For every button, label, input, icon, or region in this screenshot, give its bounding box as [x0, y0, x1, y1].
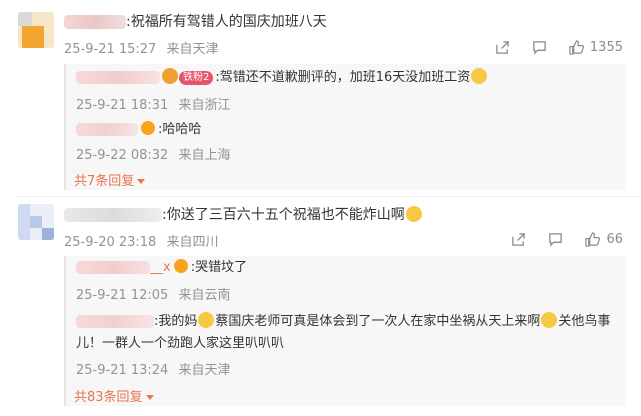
comment-text: :祝福所有驾错人的国庆加班八天	[126, 14, 327, 30]
more-replies-label: 共7条回复	[74, 174, 135, 189]
comment-feed: :祝福所有驾错人的国庆加班八天 25-9-21 15:27 来自天津 1355 …	[0, 0, 641, 416]
comment-body: :祝福所有驾错人的国庆加班八天	[64, 12, 327, 32]
timestamp: 25-9-21 12:05	[76, 288, 169, 303]
comment-meta: 25-9-20 23:18 来自四川	[64, 231, 225, 250]
comment-actions: 1355	[495, 40, 623, 55]
reply-meta: 25-9-21 13:24 来自天津	[76, 359, 237, 378]
share-button[interactable]	[511, 232, 526, 247]
thumbs-up-icon	[585, 232, 601, 247]
like-count: 66	[606, 232, 623, 247]
reply-meta: 25-9-21 18:31 来自浙江	[76, 94, 237, 113]
reply-meta: 25-9-22 08:32 来自上海	[76, 144, 237, 163]
replies-panel: 铁粉2:驾错还不道歉删评的，加班16天没加班工资 25-9-21 18:31 来…	[64, 64, 626, 190]
like-button[interactable]: 1355	[569, 40, 623, 55]
more-replies-link[interactable]: 共83条回复	[74, 386, 154, 405]
reply-text: 蔡国庆老师可真是体会到了一次人在家中坐祸从天上来啊	[215, 314, 541, 329]
location: 来自天津	[178, 363, 231, 378]
reply-text-continued: 儿！一群人一个劲跑人家这里叭叭叭	[76, 334, 284, 354]
replies-panel: __x :哭错坟了 25-9-21 12:05 来自云南 :我的妈 蔡国庆老师可真是…	[64, 256, 626, 406]
timestamp: 25-9-22 08:32	[76, 148, 169, 163]
timestamp: 25-9-21 15:27	[64, 42, 157, 57]
timestamp: 25-9-21 18:31	[76, 98, 169, 113]
location: 来自浙江	[178, 98, 231, 113]
reply-username[interactable]	[76, 315, 154, 328]
reply-text: 儿！一群人一个劲跑人家这里叭叭叭	[76, 336, 285, 351]
more-replies-label: 共83条回复	[74, 390, 143, 405]
caret-down-icon	[145, 395, 154, 400]
more-replies-link[interactable]: 共7条回复	[74, 170, 146, 189]
location: 来自四川	[166, 235, 219, 250]
comment-body: :你送了三百六十五个祝福也不能炸山啊	[64, 205, 423, 225]
smile-emoji-icon	[471, 68, 488, 84]
sad-emoji-icon	[541, 312, 558, 328]
comment-icon	[533, 41, 546, 55]
thumbs-up-icon	[569, 40, 584, 55]
reply-button[interactable]	[548, 232, 563, 247]
share-icon	[496, 41, 509, 54]
timestamp: 25-9-20 23:18	[64, 235, 157, 250]
username[interactable]	[64, 15, 126, 29]
reply-item: :我的妈 蔡国庆老师可真是体会到了一次人在家中坐祸从天上来啊 关他鸟事	[76, 312, 610, 332]
reply-item: 铁粉2:驾错还不道歉删评的，加班16天没加班工资	[76, 68, 488, 88]
share-icon	[512, 233, 526, 246]
reply-username[interactable]	[76, 71, 160, 84]
reply-text: :哈哈哈	[158, 122, 202, 137]
comment-text: :你送了三百六十五个祝福也不能炸山啊	[162, 207, 405, 223]
username[interactable]	[64, 208, 162, 222]
laugh-cry-emoji-icon	[405, 206, 422, 222]
reply-meta: 25-9-21 12:05 来自云南	[76, 284, 237, 303]
like-button[interactable]: 66	[585, 232, 623, 247]
comment-actions: 66	[511, 232, 623, 247]
reply-username[interactable]	[76, 261, 150, 274]
caret-down-icon	[137, 179, 146, 184]
location: 来自云南	[178, 288, 231, 303]
location: 来自天津	[166, 42, 219, 57]
sweat-emoji-icon	[198, 312, 215, 328]
reply-username-suffix: __x	[150, 260, 171, 275]
vip-icon	[141, 121, 155, 135]
reply-text: :哭错坟了	[190, 260, 248, 275]
reply-username[interactable]	[76, 123, 138, 136]
avatar[interactable]	[18, 12, 54, 48]
fan-badge: 铁粉2	[179, 71, 214, 85]
comment-meta: 25-9-21 15:27 来自天津	[64, 38, 225, 57]
reply-item: :哈哈哈	[76, 120, 201, 140]
reply-item: __x :哭错坟了	[76, 258, 247, 278]
reply-text: :驾错还不道歉删评的，加班16天没加班工资	[215, 70, 471, 85]
comment-icon	[549, 233, 563, 247]
divider	[18, 196, 641, 197]
timestamp: 25-9-21 13:24	[76, 363, 169, 378]
reply-text: 关他鸟事	[558, 314, 611, 329]
reply-text: :我的妈	[154, 314, 198, 329]
like-count: 1355	[589, 40, 623, 55]
vip-icon	[173, 259, 188, 273]
location: 来自上海	[178, 148, 231, 163]
avatar[interactable]	[18, 204, 54, 240]
share-button[interactable]	[495, 40, 510, 55]
vip-icon	[162, 68, 178, 84]
reply-button[interactable]	[532, 40, 547, 55]
